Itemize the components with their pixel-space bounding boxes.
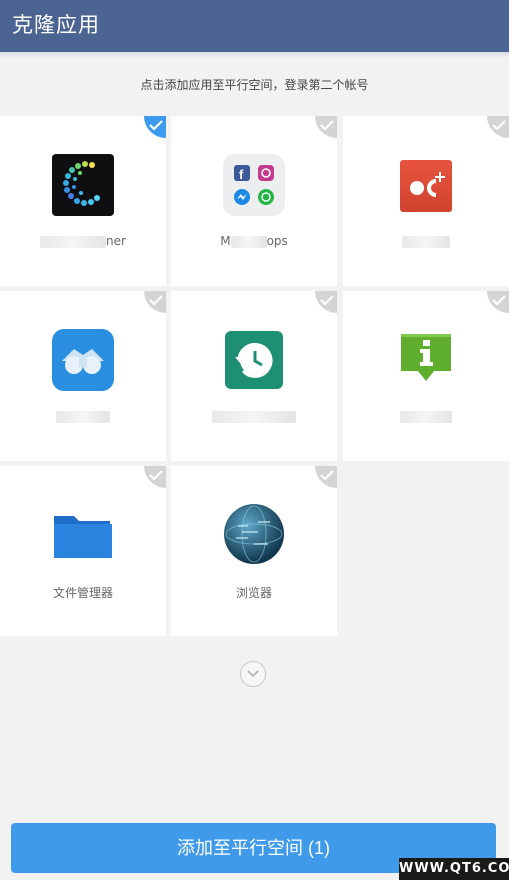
messenger-apps-icon: f <box>223 154 285 216</box>
app-label <box>0 409 166 423</box>
unchecked-icon[interactable] <box>144 466 166 488</box>
google-plus-icon <box>400 160 452 212</box>
cleaner-c-icon <box>52 154 114 216</box>
app-label <box>343 234 509 248</box>
app-label-visible-end: ops <box>266 234 288 248</box>
app-tile-4[interactable] <box>0 291 166 461</box>
app-tile-2[interactable]: f Mops <box>171 116 337 286</box>
folder-icon <box>52 504 114 566</box>
app-label <box>343 409 509 423</box>
blurred-label-part <box>230 235 267 248</box>
instruction-text: 点击添加应用至平行空间，登录第二个帐号 <box>140 78 369 92</box>
unchecked-icon[interactable] <box>315 291 337 313</box>
app-header: 克隆应用 <box>0 0 509 52</box>
blurred-label <box>402 235 450 248</box>
app-label: Mops <box>171 234 337 248</box>
blurred-label <box>212 410 296 423</box>
expand-more-button[interactable] <box>240 661 266 687</box>
blurred-label-part <box>40 235 107 248</box>
blurred-label <box>56 410 110 423</box>
header-shadow <box>0 52 509 58</box>
unchecked-icon[interactable] <box>315 116 337 138</box>
info-icon <box>398 331 454 387</box>
unchecked-icon[interactable] <box>487 116 509 138</box>
app-label: ner <box>0 234 166 248</box>
app-label-visible: M <box>220 234 231 248</box>
app-label: 文件管理器 <box>52 586 113 600</box>
unchecked-icon[interactable] <box>144 291 166 313</box>
page-title: 克隆应用 <box>12 13 100 37</box>
checked-icon[interactable] <box>144 116 166 138</box>
app-label: 浏览器 <box>235 586 272 600</box>
watermark: WWW.QT6.COM <box>399 858 509 880</box>
app-tile-3[interactable] <box>343 116 509 286</box>
app-tile-1[interactable]: ner <box>0 116 166 286</box>
unchecked-icon[interactable] <box>487 291 509 313</box>
blurred-label <box>400 410 452 423</box>
unchecked-icon[interactable] <box>315 466 337 488</box>
app-tile-file-manager[interactable]: 文件管理器 <box>0 466 166 636</box>
app-label <box>171 409 337 423</box>
globe-icon <box>224 504 284 564</box>
app-label-visible: ner <box>106 234 126 248</box>
app-tile-5[interactable] <box>171 291 337 461</box>
history-icon <box>225 331 283 389</box>
chevron-down-icon <box>247 670 259 678</box>
app-tile-6[interactable] <box>343 291 509 461</box>
app-tile-browser[interactable]: 浏览器 <box>171 466 337 636</box>
binoculars-icon <box>52 329 114 391</box>
svg-text:f: f <box>239 167 244 182</box>
